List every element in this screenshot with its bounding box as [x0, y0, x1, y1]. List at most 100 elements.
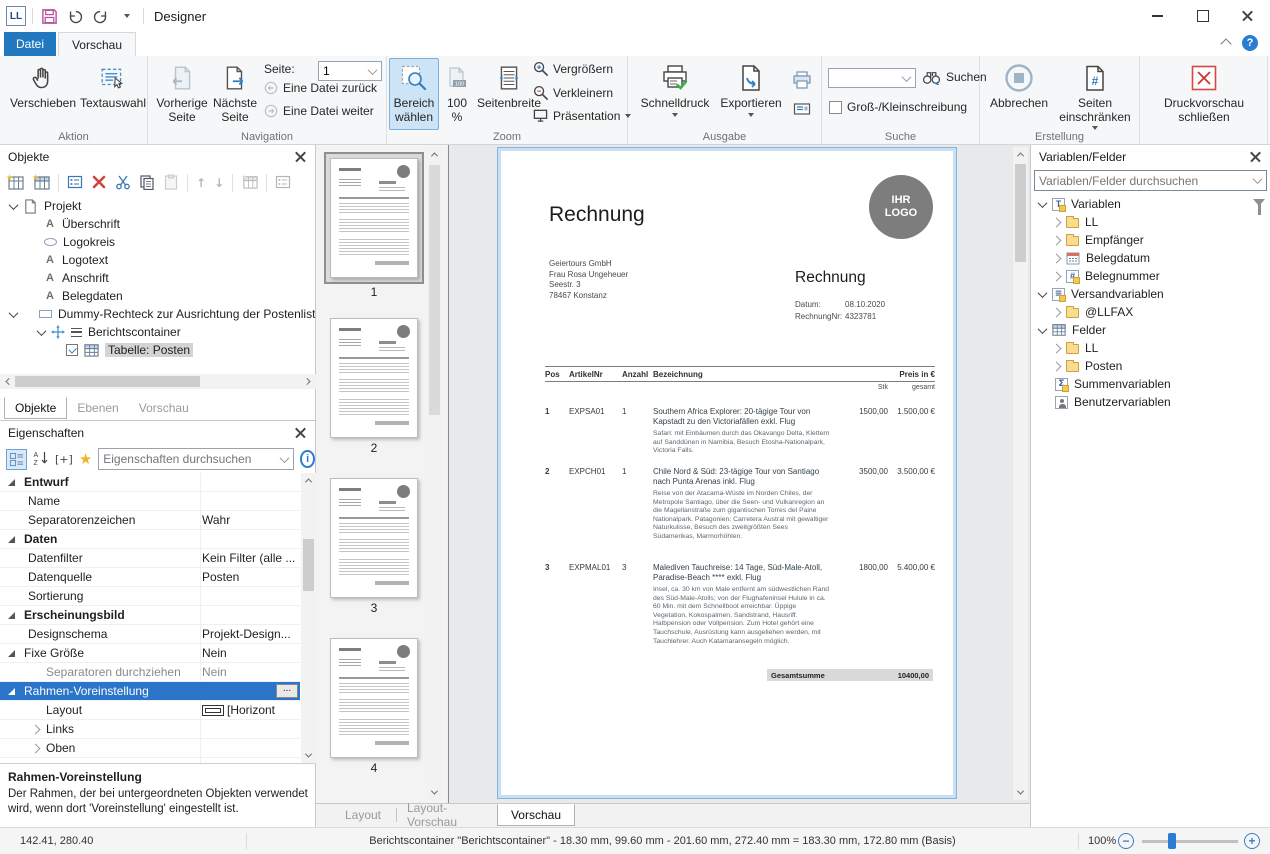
printer-button[interactable]	[792, 70, 812, 93]
new-table-icon[interactable]	[6, 173, 24, 194]
tab-layout[interactable]: Layout	[330, 804, 396, 826]
variablen-search-input[interactable]	[1035, 171, 1254, 190]
tree-item-logotext[interactable]: A Logotext	[0, 251, 315, 269]
zoom-slider-track[interactable]	[1142, 840, 1238, 843]
chevron-right-icon[interactable]	[1052, 235, 1062, 245]
praesentation-button[interactable]: Präsentation	[533, 108, 631, 123]
vorherige-seite-button[interactable]: Vorherige Seite	[154, 59, 210, 124]
abbrechen-button[interactable]: Abbrechen	[986, 59, 1052, 110]
collapse-ribbon-icon[interactable]	[1220, 38, 1231, 49]
thumbnail-page-2[interactable]	[330, 318, 418, 438]
objekte-close-icon[interactable]	[295, 151, 307, 163]
eigenschaften-scrollbar[interactable]	[301, 473, 316, 763]
property-row[interactable]: Layout [Horizont	[0, 701, 300, 720]
tree-item-dummy-rechteck[interactable]: Dummy-Rechteck zur Ausrichtung der Poste…	[0, 305, 315, 323]
verschieben-button[interactable]: Verschieben	[4, 59, 82, 110]
bereich-waehlen-button[interactable]: Bereich wählen	[389, 58, 439, 130]
help-icon[interactable]: ?	[1242, 35, 1258, 51]
quick-access-dropdown[interactable]	[117, 6, 137, 26]
delete-icon[interactable]	[91, 174, 107, 193]
search-combobox[interactable]	[828, 68, 916, 88]
tab-objekte[interactable]: Objekte	[4, 397, 67, 419]
property-row[interactable]: DatenfilterKein Filter (alle ...	[0, 549, 300, 568]
var-tree-item-felder[interactable]: Felder	[1031, 321, 1270, 339]
schnelldruck-button[interactable]: Schnelldruck	[636, 59, 714, 117]
chevron-right-icon[interactable]	[1052, 253, 1062, 263]
chevron-down-icon[interactable]	[9, 308, 19, 318]
copy-icon[interactable]	[139, 174, 155, 193]
move-up-icon[interactable]: ↑	[196, 176, 206, 190]
variablen-search-combobox[interactable]	[1034, 170, 1267, 191]
assign-table-icon[interactable]	[241, 173, 258, 193]
cut-icon[interactable]	[115, 174, 131, 193]
preview-scrollbar[interactable]	[1013, 147, 1028, 800]
var-tree-item-summen[interactable]: Σ Summenvariablen	[1031, 375, 1270, 393]
property-category[interactable]: Entwurf	[0, 473, 300, 492]
eine-datei-zurueck-button[interactable]: Eine Datei zurück	[264, 81, 377, 95]
checked-checkbox-icon[interactable]	[66, 344, 78, 356]
tab-vorschau-view[interactable]: Vorschau	[497, 804, 575, 826]
exportieren-button[interactable]: Exportieren	[714, 59, 788, 117]
textauswahl-button[interactable]: Textauswahl	[80, 59, 146, 110]
chevron-down-icon[interactable]	[1038, 288, 1048, 298]
property-row[interactable]: Links	[0, 720, 300, 739]
tree-item-logokreis[interactable]: Logokreis	[0, 233, 315, 251]
save-button[interactable]	[39, 6, 59, 26]
tab-vorschau-panel[interactable]: Vorschau	[129, 397, 199, 419]
variablen-close-icon[interactable]	[1250, 151, 1262, 163]
var-tree-item-versand[interactable]: ≡ Versandvariablen	[1031, 285, 1270, 303]
tab-layout-vorschau[interactable]: Layout-Vorschau	[397, 804, 497, 826]
minimize-button[interactable]	[1135, 0, 1180, 32]
var-tree-item[interactable]: Posten	[1031, 357, 1270, 375]
properties-icon[interactable]	[67, 174, 83, 193]
tree-item-projekt[interactable]: Projekt	[0, 197, 315, 215]
property-category[interactable]: Erscheinungsbild	[0, 606, 300, 625]
vergroessern-button[interactable]: Vergrößern	[533, 61, 613, 76]
suchen-button[interactable]: Suchen	[922, 69, 987, 85]
var-tree-item[interactable]: # Belegnummer	[1031, 267, 1270, 285]
property-row[interactable]: DesignschemaProjekt-Design...	[0, 625, 300, 644]
case-sensitive-checkbox[interactable]: Groß-/Kleinschreibung	[829, 100, 967, 114]
tab-datei[interactable]: Datei	[4, 32, 56, 56]
property-row[interactable]: Fixe GrößeNein	[0, 644, 300, 663]
close-button[interactable]	[1225, 0, 1270, 32]
property-row-selected[interactable]: Rahmen-Voreinstellung ...	[0, 682, 300, 701]
chevron-down-icon[interactable]	[1038, 198, 1048, 208]
paste-icon[interactable]	[163, 174, 179, 193]
tree-item-belegdaten[interactable]: A Belegdaten	[0, 287, 315, 305]
expression-icon[interactable]: [+]	[55, 453, 73, 466]
var-tree-item-benutzer[interactable]: Benutzervariablen	[1031, 393, 1270, 411]
eigenschaften-close-icon[interactable]	[295, 427, 307, 439]
chevron-down-icon[interactable]	[1038, 324, 1048, 334]
thumbnail-page-1[interactable]	[324, 152, 424, 284]
seite-combobox[interactable]	[318, 61, 382, 81]
print-options-button[interactable]	[793, 100, 811, 121]
verkleinern-button[interactable]: Verkleinern	[533, 85, 613, 100]
thumbnail-page-4[interactable]	[330, 638, 418, 758]
thumbnails-scrollbar[interactable]	[427, 147, 442, 800]
eine-datei-weiter-button[interactable]: Eine Datei weiter	[264, 104, 374, 118]
eigenschaften-search-combobox[interactable]	[98, 448, 294, 470]
insert-table-icon[interactable]	[32, 173, 50, 194]
property-row[interactable]: Sortierung	[0, 587, 300, 606]
seiten-einschraenken-button[interactable]: Seiten einschränken	[1054, 59, 1136, 130]
property-row[interactable]: Oben	[0, 739, 300, 758]
chevron-right-icon[interactable]	[1052, 361, 1062, 371]
var-tree-item[interactable]: Empfänger	[1031, 231, 1270, 249]
var-tree-item[interactable]: @LLFAX	[1031, 303, 1270, 321]
info-icon[interactable]: i	[300, 450, 315, 468]
property-row[interactable]: Separatoren durchziehenNein	[0, 663, 300, 682]
chevron-right-icon[interactable]	[1052, 343, 1062, 353]
seite-input[interactable]	[319, 62, 369, 80]
search-input[interactable]	[829, 69, 903, 87]
tree-item-berichtscontainer[interactable]: Berichtscontainer	[0, 323, 315, 341]
thumbnail-page-3[interactable]	[330, 478, 418, 598]
redo-button[interactable]	[91, 6, 111, 26]
chevron-down-icon[interactable]	[37, 326, 47, 336]
ellipsis-button[interactable]: ...	[276, 684, 298, 698]
chevron-down-icon[interactable]	[9, 200, 19, 210]
property-row[interactable]: SeparatorenzeichenWahr	[0, 511, 300, 530]
var-tree-item[interactable]: Belegdatum	[1031, 249, 1270, 267]
zoom-in-button[interactable]: +	[1244, 833, 1260, 849]
favorites-star-icon[interactable]: ★	[79, 450, 92, 468]
